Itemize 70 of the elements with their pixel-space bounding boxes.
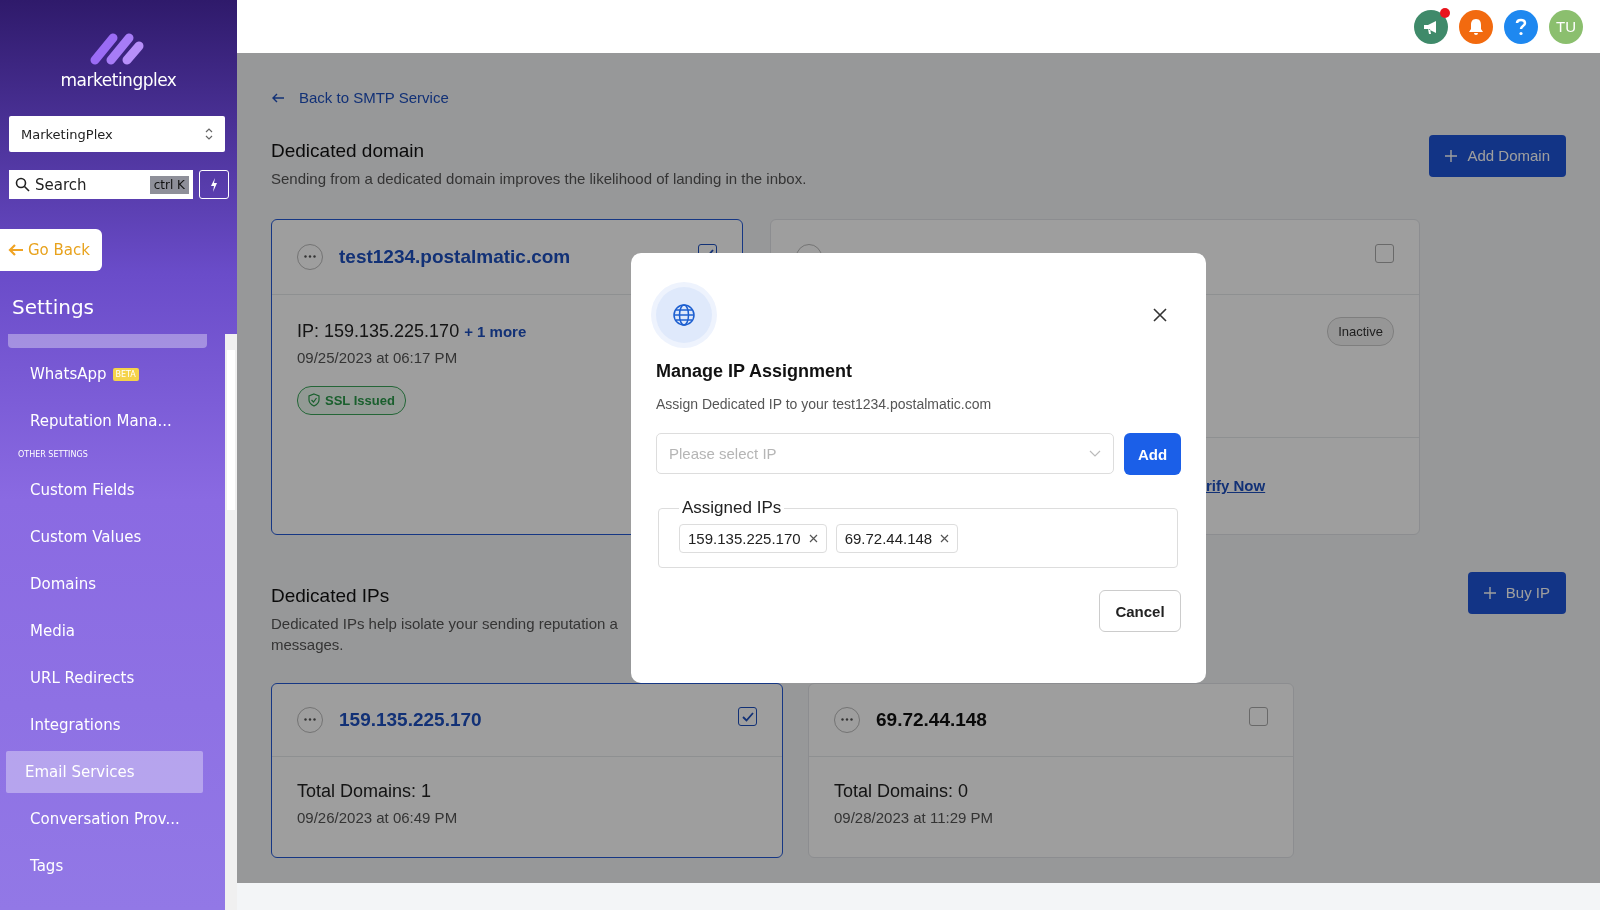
- chevron-down-icon: [1089, 449, 1101, 458]
- more-link[interactable]: + 1 more: [464, 322, 527, 340]
- arrow-left-icon: [271, 91, 285, 104]
- ip-card[interactable]: 159.135.225.170 Total Domains: 1 09/26/2023 at 06:49 PM: [271, 682, 783, 858]
- plus-icon: [1445, 149, 1458, 162]
- checkbox[interactable]: [1249, 707, 1268, 726]
- help-button[interactable]: [1504, 9, 1538, 44]
- status-badge: Inactive: [1327, 316, 1394, 346]
- buy-ip-button[interactable]: Buy IP: [1467, 571, 1566, 614]
- sidebar-item[interactable]: Media: [6, 610, 203, 652]
- sidebar-item[interactable]: Integrations: [6, 704, 203, 746]
- sidebar-item[interactable]: Tags: [6, 845, 203, 887]
- search-icon: [15, 177, 30, 192]
- help-icon: [1515, 17, 1527, 36]
- bell-icon: [1468, 17, 1484, 36]
- date-text: 09/28/2023 at 11:29 PM: [834, 808, 993, 826]
- cancel-button[interactable]: Cancel: [1099, 590, 1181, 632]
- section-description: Dedicated IPs help isolate your sending reputation a messages.: [271, 613, 618, 655]
- ellipsis-icon: [304, 255, 316, 258]
- remove-icon[interactable]: [940, 534, 950, 543]
- ip-address[interactable]: 69.72.44.148: [876, 708, 987, 731]
- ip-address[interactable]: 159.135.225.170: [339, 708, 482, 731]
- total-domains: Total Domains: 1: [297, 780, 432, 802]
- sidebar-item[interactable]: Custom Values: [6, 516, 203, 558]
- notification-dot: [1440, 7, 1450, 18]
- announce-button[interactable]: [1414, 9, 1448, 44]
- back-link[interactable]: Back to SMTP Service: [271, 89, 449, 106]
- bell-button[interactable]: [1459, 9, 1493, 44]
- quick-action-button[interactable]: [199, 170, 229, 199]
- plus-icon: [1483, 586, 1496, 599]
- date-text: 09/25/2023 at 06:17 PM: [297, 348, 458, 366]
- section-heading: Dedicated IPs: [271, 584, 391, 607]
- section-heading: Dedicated domain: [271, 139, 426, 162]
- ellipsis-icon: [841, 718, 853, 721]
- sidebar-item[interactable]: Conversation Prov...: [6, 798, 203, 840]
- sidebar-item[interactable]: Reputation Mana...: [6, 400, 203, 442]
- search-field[interactable]: Search ctrl K: [9, 170, 193, 199]
- shortcut-hint: ctrl K: [149, 175, 189, 194]
- lightning-icon: [209, 176, 219, 193]
- add-domain-button[interactable]: Add Domain: [1429, 134, 1566, 177]
- ip-card[interactable]: 69.72.44.148 Total Domains: 0 09/28/2023 at 11:29 PM: [808, 682, 1294, 858]
- total-domains: Total Domains: 0: [834, 780, 969, 802]
- account-select[interactable]: MarketingPlex: [9, 116, 225, 152]
- ellipsis-icon: [304, 718, 316, 721]
- arrow-left-icon: [8, 243, 24, 257]
- ip-tag: 159.135.225.170: [679, 524, 827, 553]
- sidebar-item[interactable]: Domains: [6, 563, 203, 605]
- domain-name[interactable]: test1234.postalmatic.com: [339, 245, 571, 268]
- ip-address: IP: 159.135.225.170: [297, 320, 460, 341]
- ip-tag: 69.72.44.148: [835, 524, 959, 553]
- scrollbar[interactable]: [225, 334, 237, 910]
- section-description: Sending from a dedicated domain improves the likelihood of landing in the inbox.: [271, 168, 807, 189]
- date-text: 09/26/2023 at 06:49 PM: [297, 808, 458, 826]
- logo-text: marketingplex: [60, 70, 177, 90]
- sidebar-item[interactable]: Custom Fields: [6, 469, 203, 511]
- checkmark-icon: [741, 711, 754, 722]
- sort-icon: [205, 128, 213, 140]
- search-placeholder: Search: [35, 175, 87, 194]
- remove-icon[interactable]: [808, 534, 818, 543]
- close-icon[interactable]: [1153, 308, 1167, 322]
- add-button[interactable]: Add: [1124, 433, 1181, 475]
- beta-badge: BETA: [112, 367, 139, 381]
- sidebar-item[interactable]: URL Redirects: [6, 657, 203, 699]
- checkbox[interactable]: [738, 707, 757, 726]
- section-title: Settings: [12, 295, 96, 319]
- sidebar-item[interactable]: WhatsApp BETA: [6, 353, 203, 395]
- verify-link[interactable]: rify Now: [1206, 477, 1266, 494]
- checkbox[interactable]: [1375, 244, 1394, 263]
- ssl-badge: SSL Issued: [297, 385, 406, 415]
- nav-group-header: OTHER SETTINGS: [17, 450, 89, 461]
